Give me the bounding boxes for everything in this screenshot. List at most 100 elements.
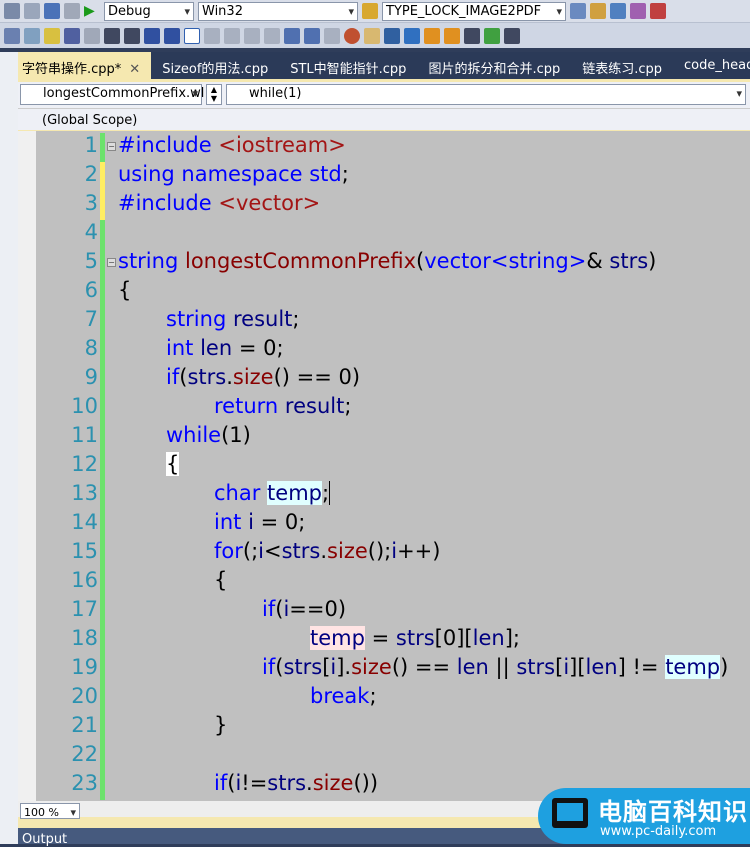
- collapse-icon[interactable]: −: [107, 142, 116, 151]
- redo-icon[interactable]: [24, 3, 40, 19]
- object-browser-icon[interactable]: [610, 3, 626, 19]
- quick-info-icon[interactable]: [44, 27, 60, 44]
- change-indicator: [100, 742, 105, 771]
- paste-icon[interactable]: [504, 27, 520, 44]
- find-in-files-icon[interactable]: [362, 3, 378, 19]
- toolbox-icon[interactable]: [630, 3, 646, 19]
- next-bookmark-doc-icon[interactable]: [304, 27, 320, 44]
- tab-5[interactable]: code_head.h: [673, 52, 750, 79]
- code-line[interactable]: #include <vector>: [118, 191, 320, 215]
- tab-3[interactable]: 图片的拆分和合并.cpp: [417, 52, 571, 79]
- code-line[interactable]: #include <iostream>: [118, 133, 346, 157]
- code-token: ==0): [289, 597, 347, 621]
- go-back-icon[interactable]: [424, 27, 440, 44]
- navigate-forward-icon[interactable]: [64, 3, 80, 19]
- code-line[interactable]: using namespace std;: [118, 162, 349, 186]
- code-token: () == 0): [273, 365, 361, 389]
- code-token: (: [416, 249, 425, 273]
- code-line[interactable]: if(i==0): [262, 597, 346, 621]
- code-line[interactable]: temp = strs[0][len];: [310, 626, 520, 650]
- prev-bookmark-icon[interactable]: [204, 27, 220, 44]
- tab-2[interactable]: STL中智能指针.cpp: [279, 52, 417, 79]
- solution-explorer-icon[interactable]: [570, 3, 586, 19]
- code-line[interactable]: {: [166, 452, 180, 476]
- code-token: ;: [369, 684, 377, 708]
- code-line[interactable]: if(strs[i].size() == len || strs[i][len]…: [262, 655, 728, 679]
- decrease-indent-icon[interactable]: [104, 27, 120, 44]
- change-indicator: [100, 365, 105, 394]
- function-select[interactable]: longestCommonPrefix.wl: [20, 84, 204, 105]
- code-line[interactable]: int len = 0;: [166, 336, 284, 360]
- line-number: 17: [71, 597, 98, 621]
- code-line[interactable]: if(strs.size() == 0): [166, 365, 360, 389]
- line-number: 2: [84, 162, 98, 186]
- code-line[interactable]: string result;: [166, 307, 299, 331]
- next-bookmark-folder-icon[interactable]: [264, 27, 280, 44]
- go-forward-icon[interactable]: [444, 27, 460, 44]
- member-list-icon[interactable]: [4, 27, 20, 44]
- change-indicator: [100, 394, 105, 423]
- code-line[interactable]: return result;: [214, 394, 351, 418]
- code-token: if: [214, 771, 228, 795]
- bookmark-icon[interactable]: [184, 27, 200, 44]
- comment-icon[interactable]: [144, 27, 160, 44]
- document-tabs: 字符串操作.cpp* ✕ Sizeof的用法.cpp STL中智能指针.cpp 图片的拆…: [18, 52, 750, 79]
- find-combo[interactable]: TYPE_LOCK_IMAGE2PDF: [382, 1, 566, 21]
- uncomment-icon[interactable]: [164, 27, 180, 44]
- code-line[interactable]: if(i!=strs.size()): [214, 771, 378, 795]
- collapse-icon[interactable]: −: [107, 258, 116, 267]
- start-debugging-icon[interactable]: ▶: [84, 3, 100, 19]
- insert-snippet-icon[interactable]: [464, 27, 480, 44]
- code-editor[interactable]: 1− #include <iostream> 2 using namespace st…: [18, 131, 750, 801]
- increase-indent-icon[interactable]: [124, 27, 140, 44]
- code-line[interactable]: for(;i<strs.size();i++): [214, 539, 440, 563]
- prev-bookmark-doc-icon[interactable]: [284, 27, 300, 44]
- change-indicator: [100, 510, 105, 539]
- addin-icon[interactable]: [344, 27, 360, 44]
- scope-select[interactable]: (Global Scope): [18, 108, 750, 130]
- parameter-info-icon[interactable]: [24, 27, 40, 44]
- tab-4[interactable]: 链表练习.cpp: [571, 52, 673, 79]
- next-bookmark-icon[interactable]: [224, 27, 240, 44]
- code-line[interactable]: int i = 0;: [214, 510, 305, 534]
- solution-config-select[interactable]: Debug: [104, 1, 194, 21]
- clear-bookmarks-icon[interactable]: [324, 27, 340, 44]
- code-line[interactable]: {: [118, 278, 131, 302]
- scroll-spinner[interactable]: ▲ ▼: [206, 84, 222, 105]
- open-file-icon[interactable]: [364, 27, 380, 44]
- navigate-backward-icon[interactable]: [44, 3, 60, 19]
- line-number: 13: [71, 481, 98, 505]
- indicator-margin: [18, 131, 36, 801]
- code-line[interactable]: {: [214, 568, 227, 592]
- tab-label: 字符串操作.cpp*: [22, 62, 122, 77]
- properties-icon[interactable]: [590, 3, 606, 19]
- text-editor-toolbar: [0, 23, 750, 48]
- find-references-icon[interactable]: [404, 27, 420, 44]
- code-line[interactable]: char temp;​: [214, 481, 331, 505]
- tab-1[interactable]: Sizeof的用法.cpp: [151, 52, 279, 79]
- code-line[interactable]: while(1): [166, 423, 251, 447]
- code-token: len: [456, 655, 489, 679]
- prev-bookmark-folder-icon[interactable]: [244, 27, 260, 44]
- member-select[interactable]: while(1): [226, 84, 746, 105]
- line-number: 16: [71, 568, 98, 592]
- code-token: !=: [241, 771, 268, 795]
- tools-icon[interactable]: [650, 3, 666, 19]
- close-tab-icon[interactable]: ✕: [129, 62, 140, 77]
- change-indicator: [100, 249, 105, 278]
- code-line[interactable]: string longestCommonPrefix(vector<string…: [118, 249, 656, 273]
- platform-select[interactable]: Win32: [198, 1, 358, 21]
- code-token: (1): [221, 423, 251, 447]
- zoom-select[interactable]: 100 %: [20, 803, 80, 821]
- display-word-icon[interactable]: [84, 27, 100, 44]
- undo-icon[interactable]: [4, 3, 20, 19]
- spell-check-icon[interactable]: [484, 27, 500, 44]
- tab-0[interactable]: 字符串操作.cpp* ✕: [18, 52, 152, 79]
- find-symbol-icon[interactable]: [384, 27, 400, 44]
- code-line[interactable]: }: [214, 713, 227, 737]
- complete-word-icon[interactable]: [64, 27, 80, 44]
- code-token: len: [585, 655, 618, 679]
- code-line[interactable]: break;: [310, 684, 377, 708]
